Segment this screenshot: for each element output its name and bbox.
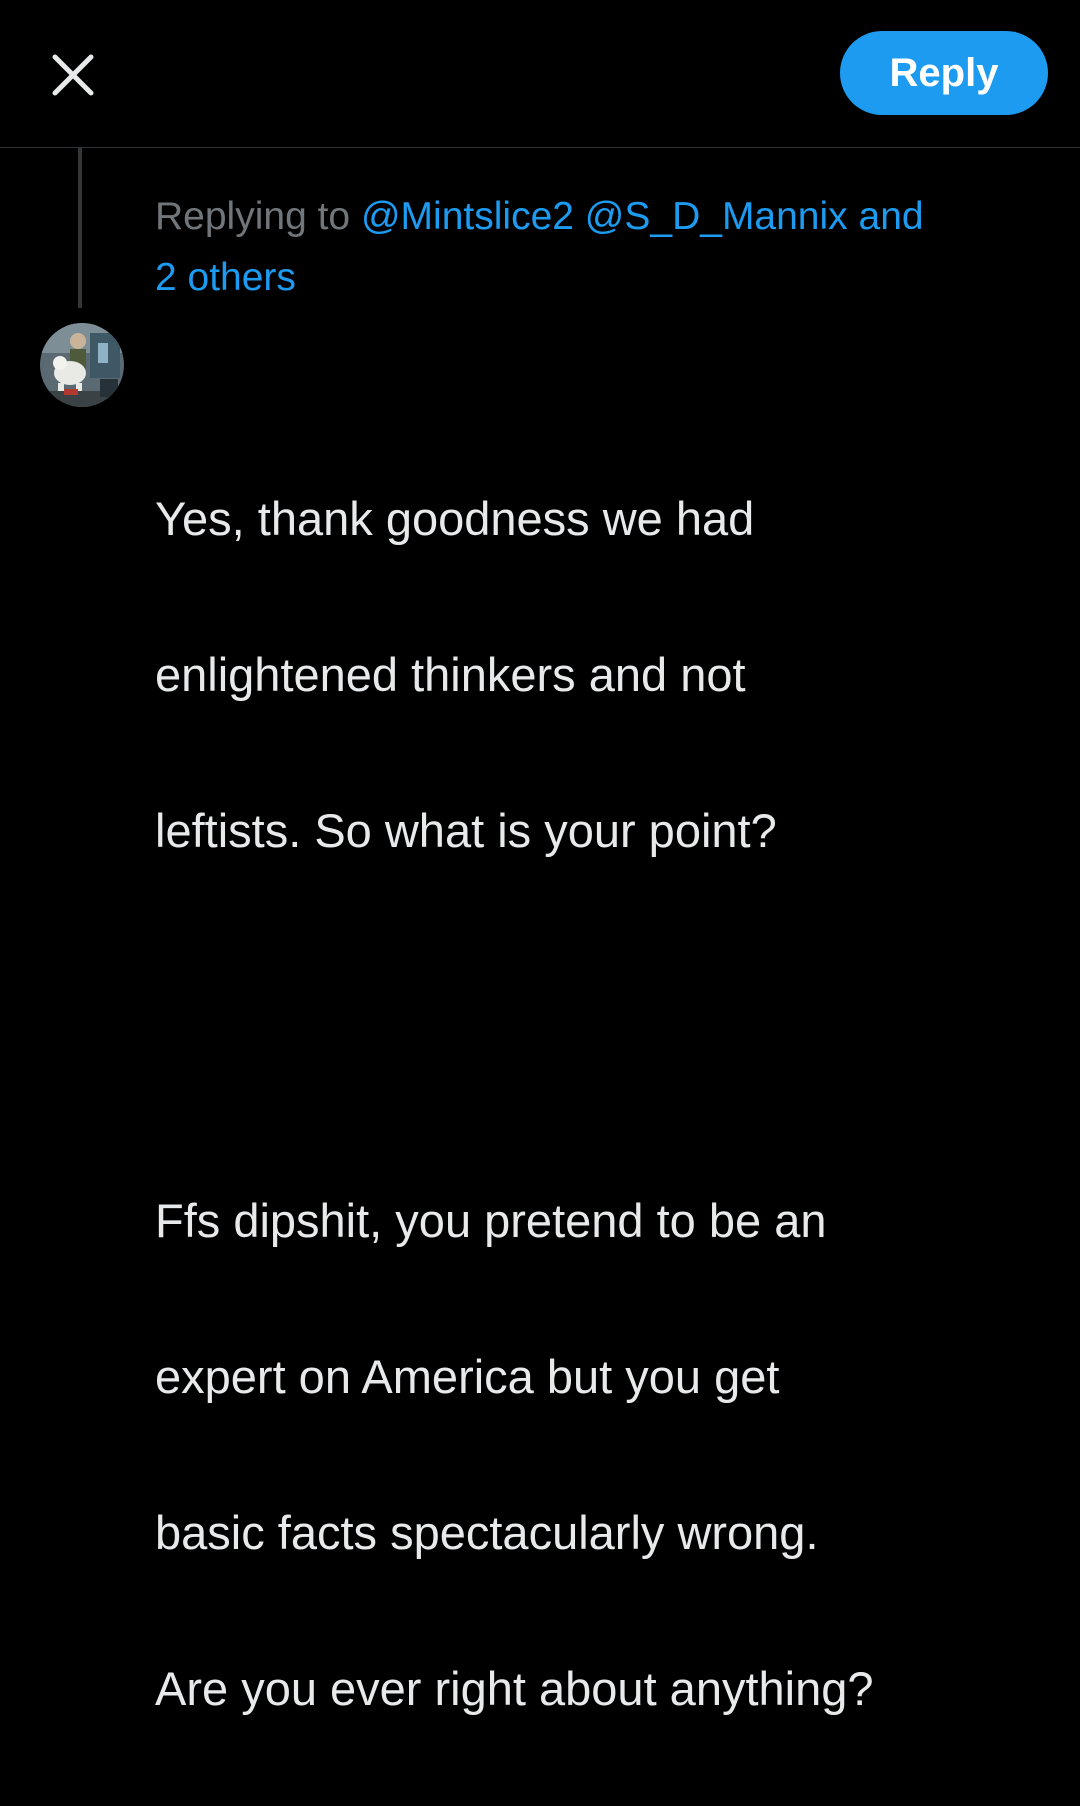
mention-link[interactable]: @Mintslice2 <box>361 195 574 238</box>
mention-link[interactable]: @S_D_Mannix <box>585 195 848 238</box>
tweet-line: Are you ever right about anything? <box>155 1662 874 1715</box>
others-link[interactable]: 2 others <box>155 256 296 299</box>
close-button[interactable] <box>48 50 98 100</box>
replying-prefix: Replying to <box>155 195 351 238</box>
top-bar: Reply <box>0 0 1080 148</box>
mention-and-text[interactable]: and <box>859 195 924 238</box>
tweet-line: Yes, thank goodness we had <box>155 492 755 545</box>
close-icon <box>52 54 94 96</box>
tweet-body: Yes, thank goodness we had enlightened t… <box>155 324 1065 1806</box>
tweet-paragraph: Yes, thank goodness we had enlightened t… <box>155 402 1065 870</box>
thread-connector-line <box>78 148 82 308</box>
tweet-line: expert on America but you get <box>155 1350 780 1403</box>
reply-button[interactable]: Reply <box>840 31 1048 115</box>
tweet-line: basic facts spectacularly wrong. <box>155 1506 819 1559</box>
replying-to-context: Replying to @Mintslice2 @S_D_Mannix and … <box>155 186 1055 308</box>
tweet-paragraph: Ffs dipshit, you pretend to be an expert… <box>155 1104 1065 1728</box>
avatar[interactable] <box>40 323 124 407</box>
tweet-line: leftists. So what is your point? <box>155 804 777 857</box>
avatar-photo <box>40 323 124 407</box>
tweet-line: Ffs dipshit, you pretend to be an <box>155 1194 827 1247</box>
tweet-line: enlightened thinkers and not <box>155 648 746 701</box>
